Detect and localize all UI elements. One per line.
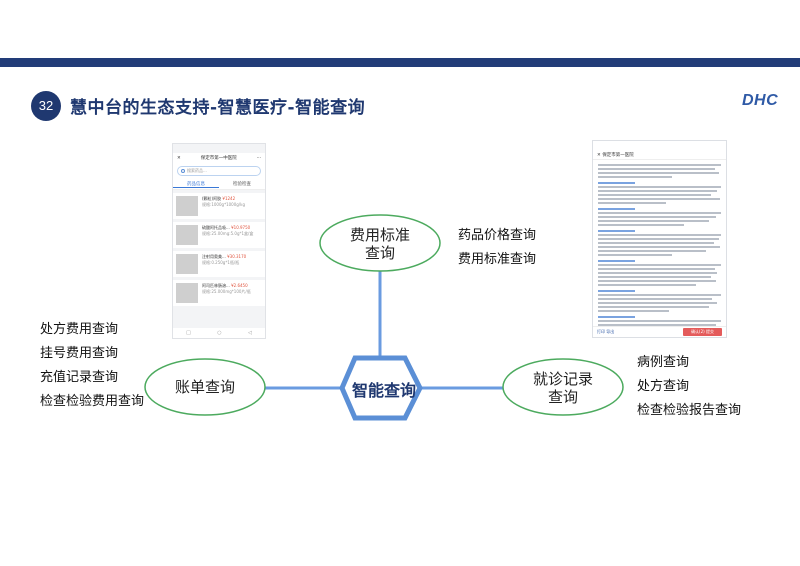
fee-standard-node: 费用标准 查询 — [320, 226, 440, 262]
visit-record-node: 就诊记录 查询 — [503, 370, 623, 406]
visit-item-prescription: 处方查询 — [637, 379, 690, 394]
fee-item-fee-standard: 费用标准查询 — [458, 252, 537, 267]
bill-item-registration: 挂号费用查询 — [40, 346, 119, 361]
visit-record-label-line1: 就诊记录 — [532, 370, 593, 388]
bill-item-exam-fee: 检查检验费用查询 — [40, 394, 145, 409]
fee-item-drug-price: 药品价格查询 — [458, 228, 537, 243]
fee-standard-items: 药品价格查询 费用标准查询 — [458, 224, 536, 272]
hub-label: 智能查询 — [351, 381, 416, 400]
visit-item-case: 病例查询 — [637, 355, 690, 370]
fee-standard-label-line2: 查询 — [364, 244, 395, 262]
visit-record-label-line2: 查询 — [547, 388, 578, 406]
bill-node: 账单查询 — [174, 378, 235, 396]
visit-record-items: 病例查询 处方查询 检查检验报告查询 — [637, 351, 741, 423]
bill-item-prescription: 处方费用查询 — [40, 322, 119, 337]
bill-items: 处方费用查询 挂号费用查询 充值记录查询 检查检验费用查询 — [40, 318, 144, 414]
diagram-canvas — [144, 214, 624, 421]
bill-item-recharge: 充值记录查询 — [40, 370, 119, 385]
visit-item-exam-report: 检查检验报告查询 — [637, 403, 742, 418]
fee-standard-label-line1: 费用标准 — [349, 226, 410, 244]
